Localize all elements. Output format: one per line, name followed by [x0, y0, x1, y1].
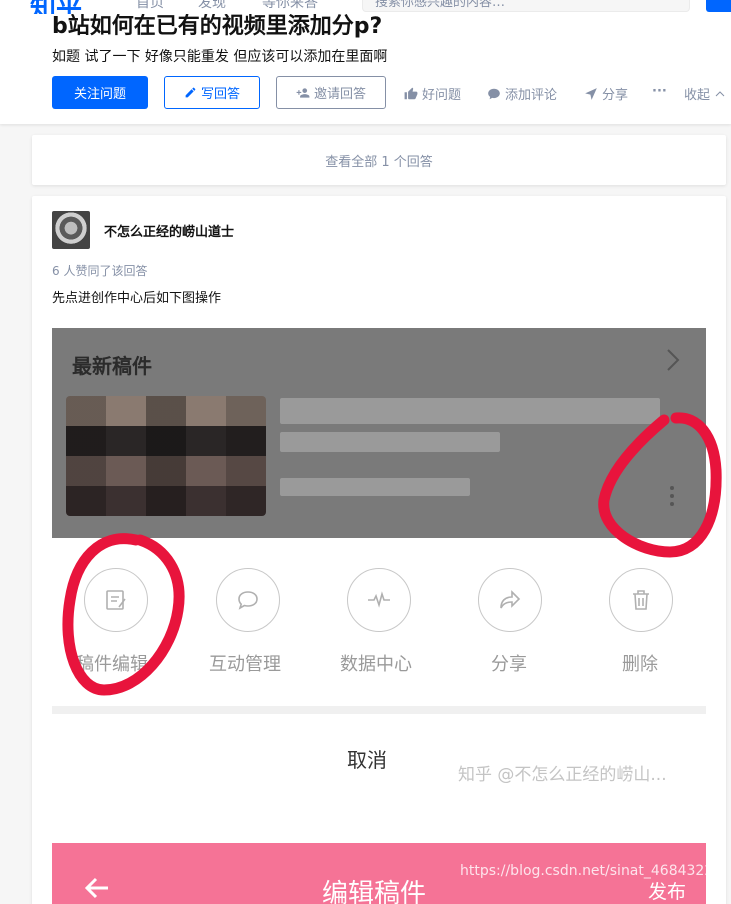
view-all-answers-link[interactable]: 查看全部 1 个回答 [32, 135, 726, 185]
more-button[interactable]: ··· [652, 84, 667, 99]
nav-discover[interactable]: 发现 [198, 0, 226, 12]
chat-bubble-icon [238, 591, 258, 610]
follow-question-button[interactable]: 关注问题 [52, 76, 148, 109]
edit-note-icon [106, 590, 126, 610]
divider [52, 706, 706, 714]
write-answer-button[interactable]: 写回答 [164, 76, 260, 109]
interaction-manage-label: 互动管理 [209, 654, 281, 675]
publish-label: 发布 [648, 881, 687, 903]
add-user-icon [296, 87, 310, 98]
latest-manuscript-heading: 最新稿件 [72, 354, 152, 378]
blurred-subtitle [280, 432, 500, 452]
blurred-meta [280, 478, 470, 496]
share-button[interactable]: 分享 [584, 84, 628, 103]
csdn-watermark: https://blog.csdn.net/sinat_46843223 [460, 863, 706, 879]
manuscript-action-row: 稿件编辑 互动管理 数据中心 分享 删除 [52, 568, 706, 678]
top-navbar: 知乎 首页 发现 等你来答 搜索你感兴趣的内容… [0, 0, 731, 14]
add-comment-label: 添加评论 [505, 88, 558, 103]
search-input[interactable]: 搜索你感兴趣的内容… [362, 0, 690, 12]
interaction-manage-button [216, 568, 280, 632]
latest-manuscript-panel: 最新稿件 [52, 328, 706, 538]
edit-manuscript-bar: 编辑稿件 发布 https://blog.csdn.net/sinat_4684… [52, 843, 706, 904]
video-thumbnail-blurred [66, 396, 266, 516]
good-question-button[interactable]: 好问题 [404, 84, 461, 103]
answer-card: 不怎么正经的崂山道士 6 人赞同了该回答 先点进创作中心后如下图操作 最新稿件 … [32, 196, 726, 904]
data-center-label: 数据中心 [340, 654, 412, 675]
answer-image: 最新稿件 稿件编辑 互动管理 数据中心 分享 删除 取消 知乎 @不怎么正经的崂… [52, 328, 706, 904]
question-header: b站如何在已有的视频里添加分p? 如题 试了一下 好像只能重发 但应该可以添加在… [0, 0, 731, 124]
search-placeholder: 搜索你感兴趣的内容… [375, 0, 506, 10]
blurred-title [280, 398, 660, 424]
zhihu-watermark: 知乎 @不怎么正经的崂山... [458, 765, 667, 785]
nav-waiting[interactable]: 等你来答 [262, 0, 318, 12]
vote-count: 6 人赞同了该回答 [52, 264, 148, 278]
good-question-label: 好问题 [422, 88, 462, 103]
question-title: b站如何在已有的视频里添加分p? [52, 14, 383, 39]
more-vertical-icon [669, 486, 675, 510]
share-manuscript-label: 分享 [491, 654, 527, 675]
chevron-right-icon [667, 349, 680, 371]
edit-manuscript-title: 编辑稿件 [322, 879, 427, 904]
invite-answer-button[interactable]: 邀请回答 [276, 76, 386, 109]
share-label: 分享 [602, 88, 629, 103]
write-answer-label: 写回答 [200, 87, 240, 102]
share-manuscript-button [478, 568, 542, 632]
comment-icon [488, 88, 500, 99]
avatar[interactable] [52, 211, 90, 249]
delete-manuscript-button [609, 568, 673, 632]
ask-button[interactable] [706, 0, 731, 12]
edit-manuscript-button [84, 568, 148, 632]
author-name[interactable]: 不怎么正经的崂山道士 [104, 221, 234, 240]
paper-plane-icon [585, 87, 597, 100]
back-arrow-icon [84, 877, 108, 899]
trash-icon [633, 590, 649, 610]
delete-manuscript-label: 删除 [622, 654, 658, 675]
zhihu-logo[interactable]: 知乎 [30, 0, 82, 14]
data-center-button [347, 568, 411, 632]
nav-home[interactable]: 首页 [136, 0, 164, 12]
question-detail: 如题 试了一下 好像只能重发 但应该可以添加在里面啊 [52, 49, 388, 65]
pencil-icon [185, 87, 196, 98]
chevron-up-icon [715, 90, 725, 96]
answer-text: 先点进创作中心后如下图操作 [52, 291, 222, 306]
pulse-icon [368, 591, 390, 608]
share-arrow-icon [500, 590, 521, 609]
collapse-button[interactable]: 收起 [684, 84, 726, 103]
add-comment-button[interactable]: 添加评论 [487, 84, 557, 103]
edit-manuscript-label: 稿件编辑 [76, 654, 148, 675]
invite-answer-label: 邀请回答 [313, 87, 366, 102]
collapse-label: 收起 [684, 88, 711, 103]
thumbs-up-icon [404, 87, 418, 99]
